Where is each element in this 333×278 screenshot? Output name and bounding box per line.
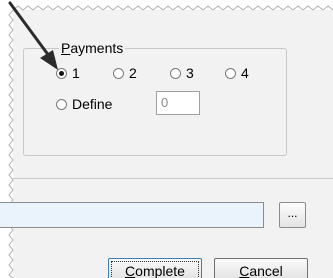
pointer-arrow-icon — [8, 1, 58, 70]
screenshot-canvas: Payments 1 2 3 4 Define 0 ... Complete C… — [0, 0, 333, 278]
